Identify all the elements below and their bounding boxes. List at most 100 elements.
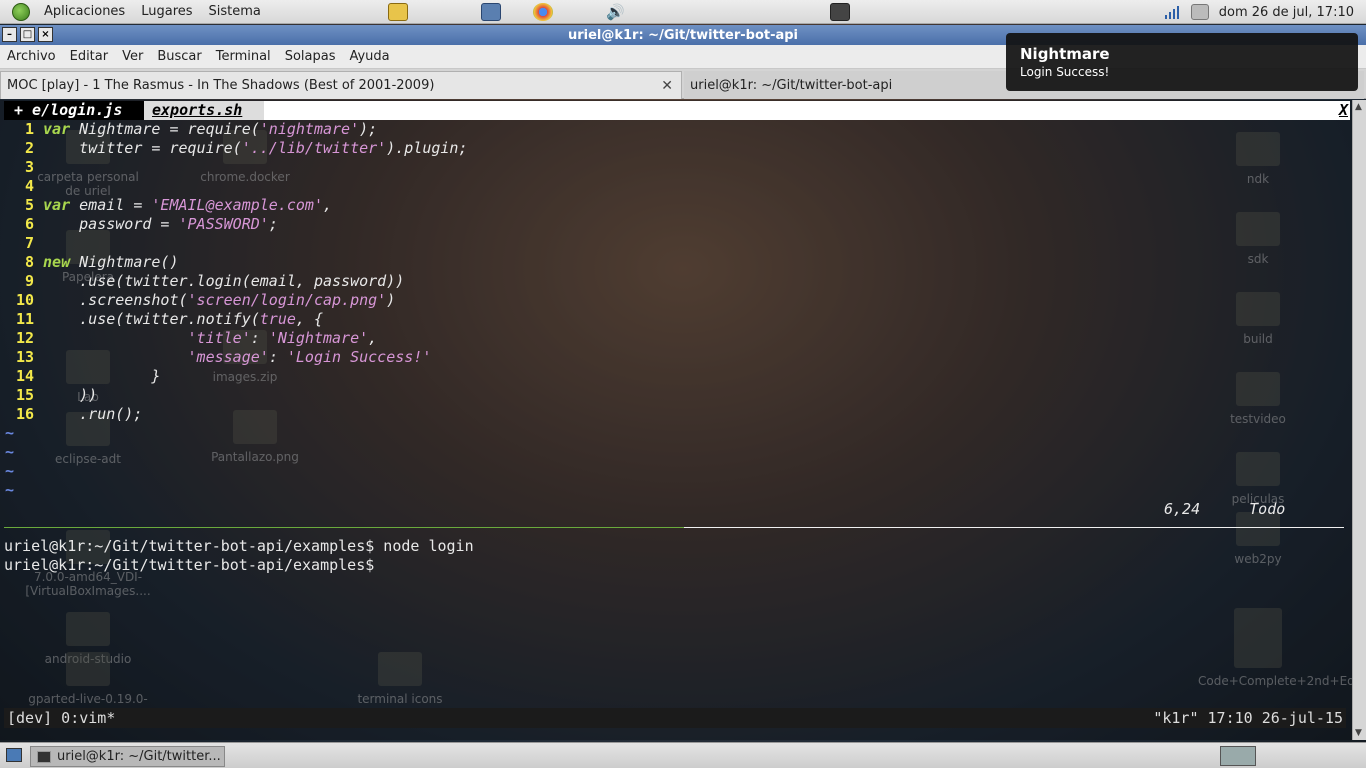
code-line[interactable]: 13 'message': 'Login Success!' — [4, 348, 431, 367]
line-number: 10 — [15, 291, 34, 309]
bottom-panel: uriel@k1r: ~/Git/twitter... — [0, 742, 1366, 768]
code-text: : — [268, 348, 287, 366]
code-text: email = — [70, 196, 152, 214]
terminal-scrollbar[interactable]: ▲ ▼ — [1352, 100, 1366, 740]
maximize-button[interactable]: □ — [20, 27, 35, 42]
clock[interactable]: dom 26 de jul, 17:10 — [1219, 5, 1354, 20]
code-text: Nightmare() — [70, 253, 179, 271]
power-icon[interactable] — [1190, 4, 1209, 20]
code-line[interactable]: 1 var Nightmare = require('nightmare'); — [4, 120, 377, 139]
notification-popup[interactable]: Nightmare Login Success! — [1006, 33, 1358, 91]
code-text: : — [250, 329, 269, 347]
menu-ayuda[interactable]: Ayuda — [342, 49, 396, 64]
taskbar-item-label: uriel@k1r: ~/Git/twitter... — [57, 749, 221, 764]
vim-tab-login[interactable]: + e/login.js — [4, 101, 144, 120]
menu-editar[interactable]: Editar — [63, 49, 116, 64]
code-line[interactable]: 7 — [4, 234, 43, 253]
line-number: 7 — [24, 234, 34, 252]
pane-divider[interactable] — [684, 527, 1344, 528]
code-line[interactable]: 16 .run(); — [4, 405, 142, 424]
code-text: ) — [386, 291, 396, 309]
code-string: '../lib/twitter' — [241, 139, 387, 157]
code-text: .use(twitter.notify( — [43, 310, 260, 328]
workspace-switcher[interactable] — [1220, 746, 1256, 766]
code-string: 'Nightmare' — [268, 329, 369, 347]
code-line[interactable]: 10 .screenshot('screen/login/cap.png') — [4, 291, 395, 310]
code-line[interactable]: 15 )) — [4, 386, 97, 405]
pane-divider[interactable] — [4, 527, 684, 528]
line-number: 8 — [24, 253, 34, 271]
scroll-up-icon[interactable]: ▲ — [1355, 102, 1362, 112]
network-signal-icon[interactable] — [1164, 5, 1181, 19]
code-line[interactable]: 8 new Nightmare() — [4, 253, 179, 272]
line-number: 11 — [15, 310, 34, 328]
top-panel: Aplicaciones Lugares Sistema 🔊 dom 26 de… — [0, 0, 1366, 24]
vim-tab-close[interactable]: X — [1339, 101, 1348, 120]
show-desktop-icon[interactable] — [6, 748, 22, 762]
menu-sistema[interactable]: Sistema — [201, 4, 269, 19]
tmux-host-time: "k1r" 17:10 26-jul-15 — [1153, 709, 1343, 727]
line-number: 2 — [24, 139, 34, 157]
code-line[interactable]: 12 'title': 'Nightmare', — [4, 329, 377, 348]
code-text: ); — [359, 120, 378, 138]
menu-solapas[interactable]: Solapas — [278, 49, 343, 64]
code-string: 'nightmare' — [259, 120, 360, 138]
menu-aplicaciones[interactable]: Aplicaciones — [36, 4, 133, 19]
code-line[interactable]: 4 — [4, 177, 43, 196]
cursor-position: 6,24 — [1164, 500, 1201, 518]
code-keyword: new — [43, 253, 71, 271]
code-keyword: var — [43, 120, 71, 138]
tab-close-icon[interactable]: ✕ — [661, 78, 673, 94]
shell-prompt[interactable]: uriel@k1r:~/Git/twitter-bot-api/examples… — [4, 556, 374, 575]
terminal-body[interactable]: + e/login.js exports.sh X 1 var Nightmar… — [0, 100, 1352, 740]
alert-icon[interactable] — [830, 3, 850, 21]
menu-archivo[interactable]: Archivo — [0, 49, 63, 64]
menu-ver[interactable]: Ver — [115, 49, 150, 64]
code-text: Nightmare = require( — [70, 120, 260, 138]
line-number: 14 — [15, 367, 34, 385]
tab-moc[interactable]: MOC [play] - 1 The Rasmus - In The Shado… — [0, 71, 682, 99]
code-text: , { — [295, 310, 323, 328]
code-string: 'Login Success!' — [286, 348, 432, 366]
code-line[interactable]: 2 twitter = require('../lib/twitter').pl… — [4, 139, 468, 158]
code-text: .screenshot( — [43, 291, 188, 309]
code-text: } — [43, 367, 161, 385]
tab-label: uriel@k1r: ~/Git/twitter-bot-api — [690, 77, 893, 93]
code-line[interactable]: 14 } — [4, 367, 161, 386]
minimize-button[interactable]: – — [2, 27, 17, 42]
notes-launcher-icon[interactable] — [388, 3, 408, 21]
code-string: true — [259, 310, 296, 328]
notification-title: Nightmare — [1020, 45, 1110, 63]
vim-empty-line-marker: ~ — [5, 424, 15, 442]
scroll-position: Todo — [1249, 500, 1286, 518]
code-line[interactable]: 3 — [4, 158, 43, 177]
shell-line: uriel@k1r:~/Git/twitter-bot-api/examples… — [4, 537, 474, 555]
code-keyword: var — [43, 196, 71, 214]
code-string: 'EMAIL@example.com' — [151, 196, 323, 214]
line-number: 1 — [24, 120, 34, 138]
tmux-window-list[interactable]: [dev] 0:vim* — [7, 708, 115, 728]
code-text: )) — [43, 386, 98, 404]
close-button[interactable]: × — [38, 27, 53, 42]
code-line[interactable]: 5 var email = 'EMAIL@example.com', — [4, 196, 332, 215]
menu-lugares[interactable]: Lugares — [133, 4, 200, 19]
menu-buscar[interactable]: Buscar — [150, 49, 208, 64]
line-number: 12 — [15, 329, 34, 347]
window-title: uriel@k1r: ~/Git/twitter-bot-api — [567, 27, 799, 43]
menu-terminal[interactable]: Terminal — [209, 49, 278, 64]
line-number: 6 — [24, 215, 34, 233]
code-line[interactable]: 6 password = 'PASSWORD'; — [4, 215, 278, 234]
notification-body: Login Success! — [1020, 65, 1110, 79]
tmux-status-bar: [dev] 0:vim* "k1r" 17:10 26-jul-15 — [4, 708, 1346, 728]
screenshot-launcher-icon[interactable] — [481, 3, 501, 21]
vim-tab-exports[interactable]: exports.sh — [144, 101, 264, 120]
code-line[interactable]: 9 .use(twitter.login(email, password)) — [4, 272, 404, 291]
volume-icon[interactable]: 🔊 — [606, 3, 626, 21]
line-number: 5 — [24, 196, 34, 214]
code-line[interactable]: 11 .use(twitter.notify(true, { — [4, 310, 323, 329]
scroll-down-icon[interactable]: ▼ — [1355, 728, 1362, 738]
chrome-launcher-icon[interactable] — [533, 3, 553, 21]
taskbar-item-terminal[interactable]: uriel@k1r: ~/Git/twitter... — [30, 746, 225, 767]
code-text: , — [368, 329, 378, 347]
